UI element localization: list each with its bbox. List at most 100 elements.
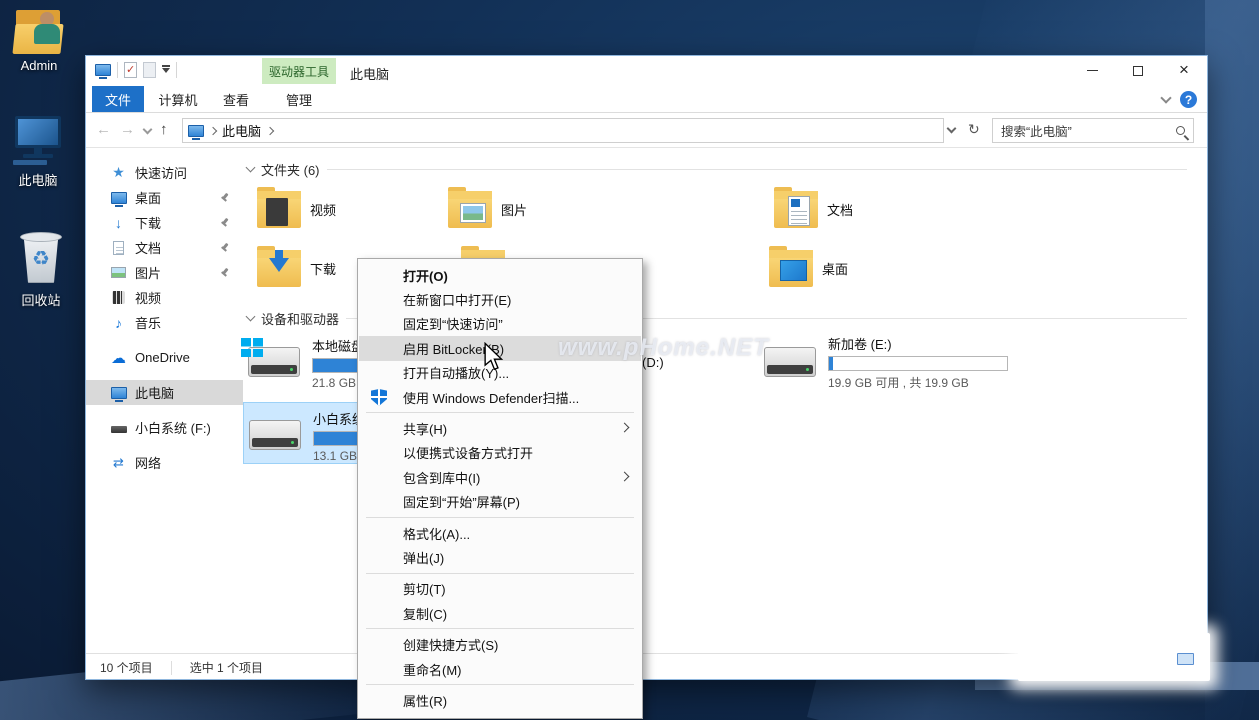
forward-button[interactable] (120, 122, 135, 137)
expand-ribbon-chevron-icon[interactable] (1160, 92, 1171, 103)
contextual-tab-drive-tools[interactable]: 驱动器工具 (262, 58, 336, 84)
menu-item-pin-quick-access[interactable]: 固定到“快速访问” (359, 312, 641, 336)
group-header-folders[interactable]: 文件夹 (6) (247, 160, 1187, 179)
folder-tile-documents[interactable]: 文档 (774, 191, 853, 228)
explorer-window: 驱动器工具 此电脑 文件 计算机 查看 管理 (85, 55, 1208, 680)
search-input[interactable]: 搜索“此电脑” (992, 118, 1194, 143)
watermark: www.pHome.NET (558, 334, 769, 362)
context-menu: 打开(O) 在新窗口中打开(E) 固定到“快速访问” 启用 BitLocker(… (357, 258, 643, 719)
back-button[interactable] (96, 122, 111, 137)
menu-item-pin-to-start[interactable]: 固定到“开始”屏幕(P) (359, 490, 641, 514)
up-button[interactable] (160, 122, 168, 137)
minimize-button[interactable] (1069, 56, 1115, 85)
title-bar: 驱动器工具 此电脑 (86, 56, 1207, 86)
toolbar-divider (176, 62, 177, 78)
sidebar-item-music[interactable]: 音乐 (86, 310, 243, 335)
close-button[interactable] (1161, 56, 1207, 85)
collapse-chevron-icon[interactable] (246, 163, 256, 173)
new-folder-shortcut-icon[interactable] (143, 62, 156, 78)
tab-file[interactable]: 文件 (92, 86, 144, 112)
menu-item-create-shortcut[interactable]: 创建快捷方式(S) (359, 632, 641, 656)
picture-icon (111, 267, 126, 278)
group-divider (327, 169, 1187, 170)
minimize-icon (1087, 70, 1098, 71)
maximize-button[interactable] (1115, 56, 1161, 85)
folder-label: 桌面 (822, 259, 848, 278)
sidebar-item-documents[interactable]: 文档 (86, 235, 243, 260)
customize-toolbar-chevron-icon[interactable] (162, 68, 170, 73)
tab-manage[interactable]: 管理 (262, 86, 336, 112)
sidebar-item-this-pc[interactable]: 此电脑 (86, 380, 243, 405)
menu-separator (366, 573, 634, 574)
desktop-icon-admin[interactable]: Admin (6, 8, 72, 73)
small-window-icon (1177, 653, 1194, 665)
wallpaper-beam (1205, 0, 1259, 720)
folder-tile-videos[interactable]: 视频 (257, 191, 336, 228)
folder-label: 视频 (310, 200, 336, 219)
sidebar-item-label: 网络 (135, 453, 161, 472)
sidebar-item-network[interactable]: 网络 (86, 450, 243, 475)
menu-item-eject[interactable]: 弹出(J) (359, 545, 641, 569)
menu-separator (366, 684, 634, 685)
recycle-bin-icon (18, 228, 64, 286)
address-dropdown-chevron-icon[interactable] (947, 124, 957, 134)
close-icon (1179, 61, 1189, 80)
sidebar-item-pictures[interactable]: 图片 (86, 260, 243, 285)
folder-tile-downloads[interactable]: 下载 (257, 250, 336, 287)
menu-item-properties[interactable]: 属性(R) (359, 688, 641, 712)
this-pc-icon[interactable] (95, 64, 111, 76)
video-folder-icon (257, 191, 301, 228)
ribbon-tab-row: 文件 计算机 查看 管理 (86, 86, 1207, 113)
hard-drive-icon (764, 347, 816, 377)
tab-computer[interactable]: 计算机 (148, 86, 208, 112)
menu-item-share[interactable]: 共享(H) (359, 416, 641, 440)
quick-access-toolbar (95, 62, 177, 78)
desktop-folder-icon (769, 250, 813, 287)
breadcrumb[interactable]: 此电脑 (222, 121, 261, 140)
breadcrumb-chevron-icon[interactable] (266, 126, 274, 134)
menu-item-defender-scan[interactable]: 使用 Windows Defender扫描... (359, 385, 641, 409)
breadcrumb-chevron-icon[interactable] (209, 126, 217, 134)
sidebar-item-label: 桌面 (135, 188, 161, 207)
monitor-icon (111, 387, 127, 399)
folder-tile-desktop[interactable]: 桌面 (769, 250, 848, 287)
folder-tile-pictures[interactable]: 图片 (448, 191, 527, 228)
sidebar-item-label: 视频 (135, 288, 161, 307)
sidebar-item-desktop[interactable]: 桌面 (86, 185, 243, 210)
navigation-bar: 此电脑 搜索“此电脑” (86, 113, 1207, 148)
menu-item-open[interactable]: 打开(O) (359, 263, 641, 287)
menu-item-cut[interactable]: 剪切(T) (359, 577, 641, 601)
address-bar[interactable]: 此电脑 (182, 118, 944, 143)
desktop-icon-recycle-bin[interactable]: 回收站 (8, 228, 74, 309)
sidebar-item-videos[interactable]: 视频 (86, 285, 243, 310)
sidebar-item-label: OneDrive (135, 350, 190, 365)
video-icon (112, 291, 125, 304)
menu-item-copy[interactable]: 复制(C) (359, 601, 641, 625)
collapse-chevron-icon[interactable] (246, 312, 256, 322)
drive-icon (111, 426, 127, 433)
star-icon (110, 164, 127, 181)
menu-item-format[interactable]: 格式化(A)... (359, 521, 641, 545)
pin-icon (221, 218, 229, 226)
maximize-icon (1133, 66, 1143, 76)
sidebar-item-onedrive[interactable]: OneDrive (86, 345, 243, 370)
desktop-icon-this-pc[interactable]: 此电脑 (5, 116, 71, 189)
help-icon[interactable] (1180, 91, 1197, 108)
tab-view[interactable]: 查看 (212, 86, 260, 112)
properties-shortcut-icon[interactable] (124, 62, 137, 78)
sidebar-item-drive-f[interactable]: 小白系统 (F:) (86, 415, 243, 440)
status-divider (171, 661, 172, 675)
menu-item-open-portable-device[interactable]: 以便携式设备方式打开 (359, 441, 641, 465)
refresh-icon[interactable] (968, 121, 980, 138)
menu-item-label: 共享(H) (403, 419, 447, 438)
menu-item-open-new-window[interactable]: 在新窗口中打开(E) (359, 287, 641, 311)
sidebar-item-label: 图片 (135, 263, 161, 282)
documents-folder-icon (774, 191, 818, 228)
drive-tile-e[interactable]: 新加卷 (E:) 19.9 GB 可用 , 共 19.9 GB (764, 332, 1008, 391)
sidebar-item-quick-access[interactable]: 快速访问 (86, 160, 243, 185)
menu-item-rename[interactable]: 重命名(M) (359, 657, 641, 681)
menu-separator (366, 628, 634, 629)
sidebar-item-downloads[interactable]: 下载 (86, 210, 243, 235)
recent-locations-chevron-icon[interactable] (143, 125, 153, 135)
menu-item-include-in-library[interactable]: 包含到库中(I) (359, 465, 641, 489)
